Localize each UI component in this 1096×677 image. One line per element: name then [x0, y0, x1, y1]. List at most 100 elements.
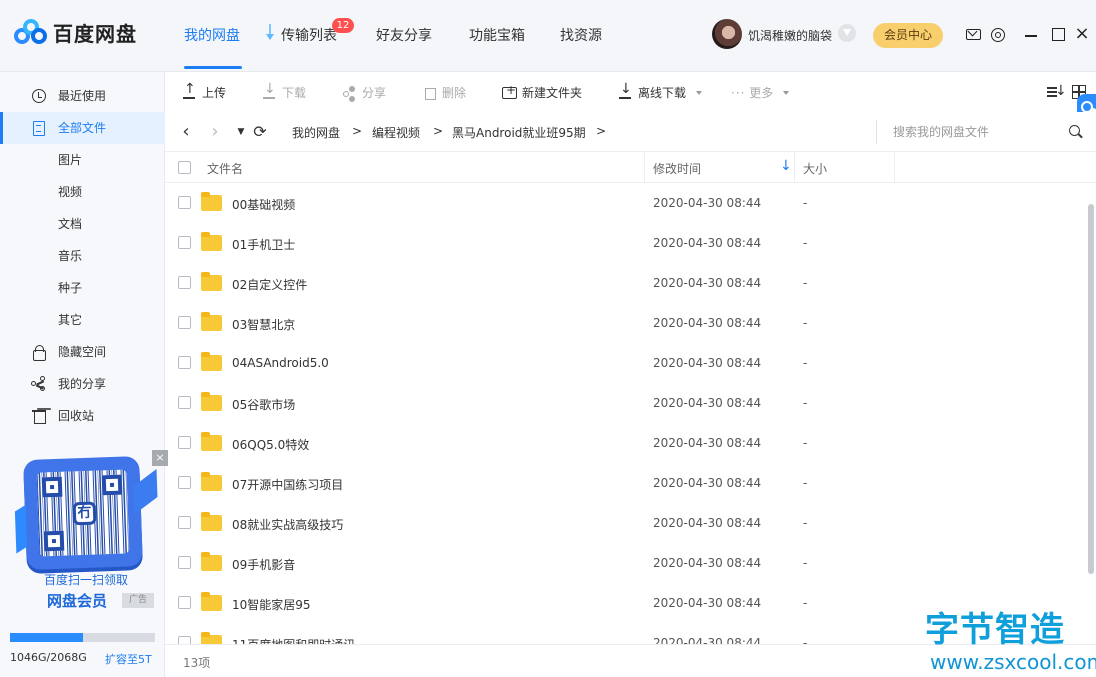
- column-divider[interactable]: [794, 152, 795, 183]
- file-name[interactable]: 02自定义控件: [232, 276, 307, 293]
- download-button[interactable]: 下载: [262, 81, 306, 101]
- row-checkbox[interactable]: [178, 196, 191, 209]
- table-row[interactable]: 09手机影音 2020-04-30 08:44 -: [165, 543, 1085, 583]
- file-name[interactable]: 03智慧北京: [232, 316, 295, 333]
- share-icon: [31, 376, 47, 392]
- file-name[interactable]: 09手机影音: [232, 556, 295, 573]
- back-button[interactable]: ‹: [178, 123, 194, 141]
- table-row[interactable]: 06QQ5.0特效 2020-04-30 08:44 -: [165, 423, 1085, 463]
- vertical-scrollbar[interactable]: [1086, 198, 1096, 644]
- upload-button[interactable]: 上传: [182, 81, 226, 101]
- sidebar-item-videos[interactable]: 视频: [0, 176, 165, 208]
- table-row[interactable]: 03智慧北京 2020-04-30 08:44 -: [165, 303, 1085, 343]
- row-checkbox[interactable]: [178, 276, 191, 289]
- sidebar-item-images[interactable]: 图片: [0, 144, 165, 176]
- file-name[interactable]: 06QQ5.0特效: [232, 436, 309, 453]
- row-checkbox[interactable]: [178, 356, 191, 369]
- file-name[interactable]: 05谷歌市场: [232, 396, 295, 413]
- sidebar-item-other[interactable]: 其它: [0, 304, 165, 336]
- table-row[interactable]: 08就业实战高级技巧 2020-04-30 08:44 -: [165, 503, 1085, 543]
- row-checkbox[interactable]: [178, 476, 191, 489]
- avatar[interactable]: [712, 19, 742, 49]
- forward-button[interactable]: ›: [207, 123, 223, 141]
- minimize-icon[interactable]: [1023, 25, 1041, 43]
- share-button[interactable]: 分享: [342, 85, 386, 101]
- new-folder-icon: [502, 82, 517, 99]
- sidebar-item-documents[interactable]: 文档: [0, 208, 165, 240]
- table-row[interactable]: 05谷歌市场 2020-04-30 08:44 -: [165, 383, 1085, 423]
- row-checkbox[interactable]: [178, 316, 191, 329]
- sidebar-item-recycle-bin[interactable]: 回收站: [0, 400, 165, 432]
- new-folder-button[interactable]: 新建文件夹: [502, 82, 582, 101]
- storage-usage-text: 1046G/2068G: [10, 651, 87, 664]
- promo-banner[interactable]: × 冇 百度扫一扫领取 网盘会员 广告: [14, 450, 168, 618]
- column-name[interactable]: 文件名: [207, 160, 243, 177]
- breadcrumb-item-folder[interactable]: 编程视频: [372, 124, 420, 141]
- file-name[interactable]: 08就业实战高级技巧: [232, 516, 343, 533]
- sidebar-item-music[interactable]: 音乐: [0, 240, 165, 272]
- close-icon[interactable]: ×: [1073, 25, 1091, 43]
- file-name[interactable]: 01手机卫士: [232, 236, 295, 253]
- mail-icon[interactable]: [964, 25, 982, 43]
- file-name[interactable]: 07开源中国练习项目: [232, 476, 343, 493]
- sidebar-item-recent[interactable]: 最近使用: [0, 80, 165, 112]
- folder-icon: [201, 312, 222, 331]
- row-checkbox[interactable]: [178, 636, 191, 644]
- row-checkbox[interactable]: [178, 236, 191, 249]
- expand-storage-link[interactable]: 扩容至5T: [105, 651, 152, 667]
- table-row[interactable]: 02自定义控件 2020-04-30 08:44 -: [165, 263, 1085, 303]
- tab-feature-box[interactable]: 功能宝箱: [469, 25, 525, 45]
- sidebar-item-label: 回收站: [58, 409, 95, 423]
- username[interactable]: 饥渴稚嫩的脑袋: [748, 27, 832, 44]
- tab-friend-share[interactable]: 好友分享: [376, 25, 432, 45]
- settings-icon[interactable]: [988, 25, 1006, 43]
- more-button[interactable]: ··· 更多: [731, 85, 790, 101]
- file-size: -: [803, 196, 808, 210]
- offline-download-label: 离线下载: [638, 86, 687, 100]
- table-row[interactable]: 00基础视频 2020-04-30 08:44 -: [165, 183, 1085, 223]
- delete-button[interactable]: 删除: [422, 85, 466, 101]
- file-name[interactable]: 10智能家居95: [232, 596, 311, 613]
- table-row[interactable]: 07开源中国练习项目 2020-04-30 08:44 -: [165, 463, 1085, 503]
- sidebar-item-my-share[interactable]: 我的分享: [0, 368, 165, 400]
- modified-time: 2020-04-30 08:44: [653, 316, 762, 330]
- maximize-icon[interactable]: [1049, 25, 1067, 43]
- table-row[interactable]: 01手机卫士 2020-04-30 08:44 -: [165, 223, 1085, 263]
- folder-icon: [201, 632, 222, 644]
- column-divider[interactable]: [894, 152, 895, 183]
- row-checkbox[interactable]: [178, 436, 191, 449]
- refresh-icon[interactable]: ⟳: [252, 123, 268, 141]
- sidebar-item-hidden-space[interactable]: 隐藏空间: [0, 336, 165, 368]
- tab-transfer-list[interactable]: 传输列表: [281, 25, 337, 45]
- file-name[interactable]: 04ASAndroid5.0: [232, 356, 329, 370]
- sidebar-item-all-files[interactable]: 全部文件: [0, 112, 165, 144]
- row-checkbox[interactable]: [178, 596, 191, 609]
- file-name[interactable]: 11百度地图和即时通讯: [232, 636, 355, 644]
- search-icon[interactable]: [1068, 124, 1083, 139]
- column-modified[interactable]: 修改时间: [653, 160, 701, 177]
- sidebar-item-torrents[interactable]: 种子: [0, 272, 165, 304]
- row-checkbox[interactable]: [178, 396, 191, 409]
- row-checkbox[interactable]: [178, 516, 191, 529]
- row-checkbox[interactable]: [178, 556, 191, 569]
- diamond-icon[interactable]: [838, 24, 856, 42]
- vip-center-button[interactable]: 会员中心: [873, 23, 943, 48]
- sort-icon[interactable]: [1045, 83, 1067, 100]
- file-name[interactable]: 00基础视频: [232, 196, 295, 213]
- breadcrumb-item-root[interactable]: 我的网盘: [292, 124, 340, 141]
- app-logo[interactable]: 百度网盘: [14, 18, 137, 47]
- active-tab-indicator: [184, 66, 242, 69]
- column-divider[interactable]: [644, 152, 645, 183]
- breadcrumb-item-current[interactable]: 黑马Android就业班95期: [452, 124, 586, 141]
- offline-download-button[interactable]: 离线下载: [618, 81, 703, 101]
- tab-find-resources[interactable]: 找资源: [560, 25, 602, 45]
- file-size: -: [803, 556, 808, 570]
- select-all-checkbox[interactable]: [178, 161, 191, 174]
- scrollbar-thumb[interactable]: [1088, 204, 1094, 574]
- sort-descending-icon[interactable]: ↓: [780, 159, 792, 173]
- search-input[interactable]: [893, 123, 1063, 141]
- table-row[interactable]: 04ASAndroid5.0 2020-04-30 08:44 -: [165, 343, 1085, 383]
- column-size[interactable]: 大小: [803, 160, 827, 177]
- tab-my-netdisk[interactable]: 我的网盘: [184, 25, 240, 45]
- history-dropdown-icon[interactable]: ▼: [233, 123, 249, 141]
